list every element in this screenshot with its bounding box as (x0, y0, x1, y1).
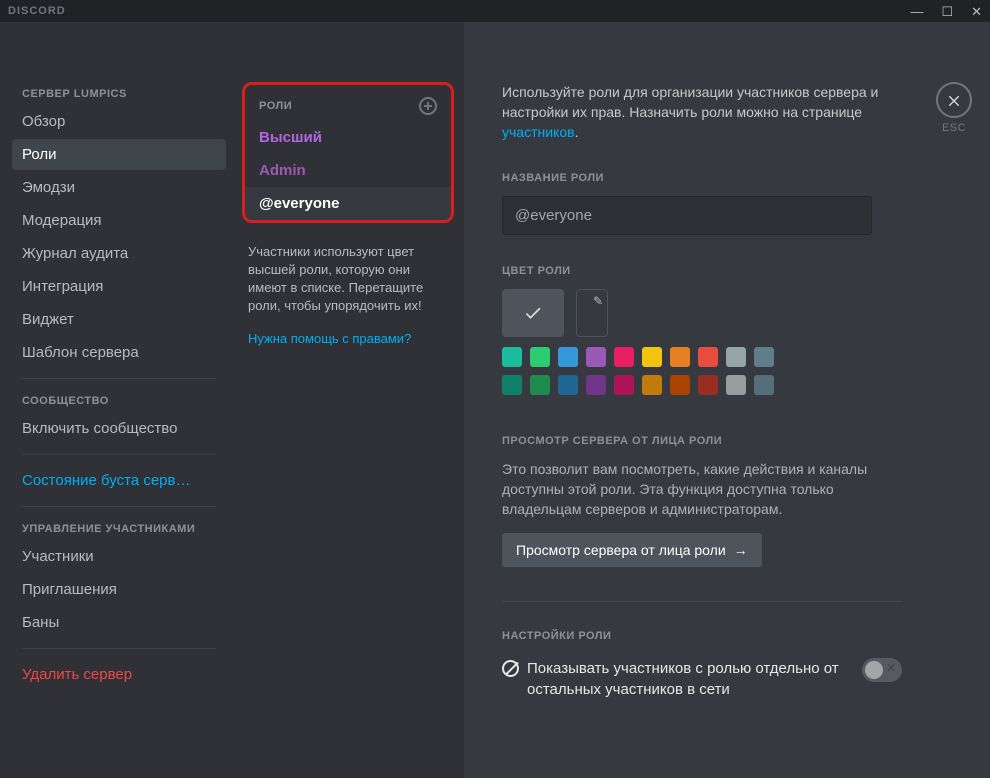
color-swatch[interactable] (502, 375, 522, 395)
titlebar: DISCORD — ☐ ✕ (0, 0, 990, 22)
close-settings-wrap: ESC (936, 82, 972, 134)
color-swatch-grid (502, 347, 918, 395)
sidebar-item-bans[interactable]: Баны (12, 607, 226, 638)
color-swatch[interactable] (558, 347, 578, 367)
color-swatch[interactable] (642, 375, 662, 395)
sidebar-item-overview[interactable]: Обзор (12, 106, 226, 137)
close-window-button[interactable]: ✕ (971, 5, 982, 18)
display-separately-text: Показывать участников с ролью отдельно о… (527, 658, 846, 700)
divider (22, 648, 216, 649)
roles-reorder-hint: Участники используют цвет высшей роли, к… (242, 223, 454, 315)
role-item-everyone[interactable]: @everyone (245, 187, 451, 220)
add-role-button[interactable] (419, 97, 437, 115)
roles-column: РОЛИ Высший Admin @everyone Участники ис… (232, 22, 464, 778)
color-swatch[interactable] (726, 375, 746, 395)
toggle-x-icon: ✕ (886, 661, 896, 675)
prohibited-icon (502, 660, 519, 677)
intro-post: . (575, 124, 579, 140)
color-swatch[interactable] (586, 375, 606, 395)
sidebar-item-invites[interactable]: Приглашения (12, 574, 226, 605)
color-default-swatch[interactable] (502, 289, 564, 337)
view-as-role-desc: Это позволит вам посмотреть, какие дейст… (502, 459, 902, 519)
roles-header-title: РОЛИ (259, 100, 292, 112)
sidebar-item-boost-status[interactable]: Состояние буста серв… (12, 465, 226, 496)
intro-pre: Используйте роли для организации участни… (502, 84, 878, 120)
roles-help-link[interactable]: Нужна помощь с правами? (242, 315, 454, 346)
role-settings-header: НАСТРОЙКИ РОЛИ (502, 630, 918, 642)
color-swatch[interactable] (698, 347, 718, 367)
view-as-role-button-label: Просмотр сервера от лица роли (516, 542, 726, 558)
sidebar-item-widget[interactable]: Виджет (12, 304, 226, 335)
view-as-role-header: ПРОСМОТР СЕРВЕРА ОТ ЛИЦА РОЛИ (502, 435, 918, 447)
eyedropper-icon: ✎ (593, 294, 603, 308)
display-separately-label: Показывать участников с ролью отдельно о… (502, 658, 846, 700)
sidebar-item-members[interactable]: Участники (12, 541, 226, 572)
role-settings-content: ESC Используйте роли для организации уча… (464, 22, 990, 778)
swatch-row (502, 375, 918, 395)
minimize-button[interactable]: — (910, 5, 923, 18)
window-controls: — ☐ ✕ (910, 5, 982, 18)
sidebar-item-roles[interactable]: Роли (12, 139, 226, 170)
divider (22, 378, 216, 379)
sidebar-members-header: УПРАВЛЕНИЕ УЧАСТНИКАМИ (12, 517, 226, 541)
color-swatch[interactable] (530, 375, 550, 395)
check-icon (523, 303, 543, 323)
color-swatch[interactable] (586, 347, 606, 367)
app-brand: DISCORD (8, 5, 66, 17)
arrow-right-icon: → (734, 542, 748, 558)
settings-sidebar: СЕРВЕР LUMPICS Обзор Роли Эмодзи Модерац… (0, 22, 232, 778)
maximize-button[interactable]: ☐ (941, 5, 953, 18)
display-separately-toggle[interactable]: ✕ (862, 658, 902, 682)
roles-header: РОЛИ (245, 85, 451, 121)
role-color-controls: ✎ (502, 289, 918, 337)
color-swatch[interactable] (530, 347, 550, 367)
members-link[interactable]: участников (502, 124, 575, 140)
role-name-input[interactable] (502, 196, 872, 235)
close-settings-label: ESC (936, 122, 972, 134)
role-item-top[interactable]: Высший (245, 121, 451, 154)
close-settings-button[interactable] (936, 82, 972, 118)
swatch-row (502, 347, 918, 367)
color-picker-button[interactable]: ✎ (576, 289, 608, 337)
sidebar-community-header: СООБЩЕСТВО (12, 389, 226, 413)
sidebar-item-delete-server[interactable]: Удалить сервер (12, 659, 226, 690)
color-swatch[interactable] (698, 375, 718, 395)
sidebar-item-integration[interactable]: Интеграция (12, 271, 226, 302)
role-item-admin[interactable]: Admin (245, 154, 451, 187)
color-swatch[interactable] (614, 375, 634, 395)
divider (502, 601, 902, 602)
close-icon (946, 92, 962, 108)
sidebar-item-audit[interactable]: Журнал аудита (12, 238, 226, 269)
sidebar-item-template[interactable]: Шаблон сервера (12, 337, 226, 368)
color-swatch[interactable] (642, 347, 662, 367)
app-window: DISCORD — ☐ ✕ СЕРВЕР LUMPICS Обзор Роли … (0, 0, 990, 778)
sidebar-server-header: СЕРВЕР LUMPICS (12, 82, 226, 106)
roles-intro-text: Используйте роли для организации участни… (502, 82, 918, 142)
sidebar-item-moderation[interactable]: Модерация (12, 205, 226, 236)
sidebar-item-emoji[interactable]: Эмодзи (12, 172, 226, 203)
role-name-label: НАЗВАНИЕ РОЛИ (502, 172, 918, 184)
view-as-role-button[interactable]: Просмотр сервера от лица роли → (502, 533, 762, 567)
color-swatch[interactable] (670, 347, 690, 367)
color-swatch[interactable] (754, 347, 774, 367)
roles-panel-highlighted: РОЛИ Высший Admin @everyone (242, 82, 454, 223)
color-swatch[interactable] (726, 347, 746, 367)
divider (22, 454, 216, 455)
color-swatch[interactable] (670, 375, 690, 395)
color-swatch[interactable] (754, 375, 774, 395)
display-separately-setting: Показывать участников с ролью отдельно о… (502, 658, 902, 700)
role-color-label: ЦВЕТ РОЛИ (502, 265, 918, 277)
color-swatch[interactable] (614, 347, 634, 367)
color-swatch[interactable] (502, 347, 522, 367)
main-area: СЕРВЕР LUMPICS Обзор Роли Эмодзи Модерац… (0, 22, 990, 778)
sidebar-item-enable-community[interactable]: Включить сообщество (12, 413, 226, 444)
color-swatch[interactable] (558, 375, 578, 395)
divider (22, 506, 216, 507)
